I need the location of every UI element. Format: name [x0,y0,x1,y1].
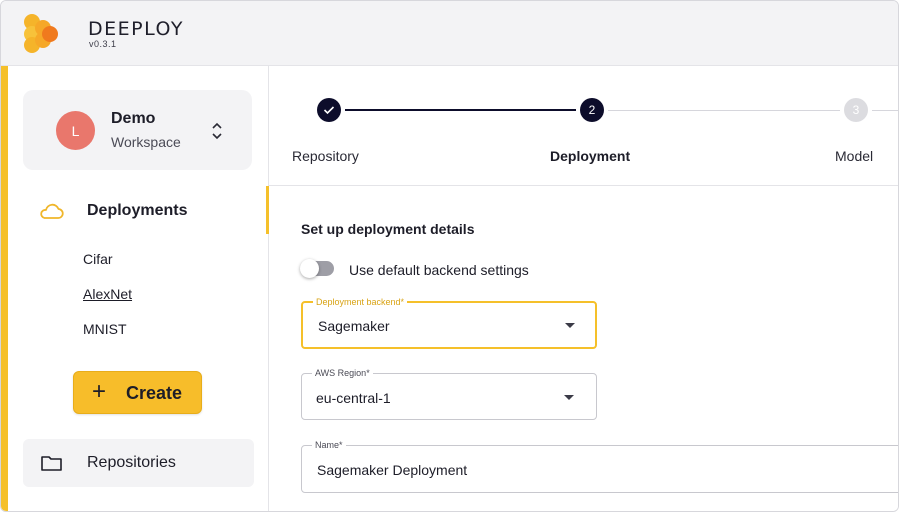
default-backend-toggle[interactable] [300,259,334,278]
stepper-connector [608,110,840,111]
sidebar-subitem-mnist[interactable]: MNIST [83,321,127,337]
deeploy-logo-icon [24,14,58,53]
step-label-model[interactable]: Model [835,148,873,164]
stepper: 2 3 Repository Deployment Model [269,66,898,186]
deployment-backend-select[interactable]: Deployment backend* Sagemaker [301,297,597,349]
create-button[interactable]: + Create [73,371,202,414]
field-value: Sagemaker [318,318,390,334]
cloud-icon [40,203,64,219]
avatar: L [56,111,95,150]
field-value: eu-central-1 [316,390,391,406]
field-value: Sagemaker Deployment [317,462,468,478]
checkmark-icon [323,106,335,115]
aws-region-select[interactable]: AWS Region* eu-central-1 [301,368,597,420]
sidebar-accent-bar [1,66,8,511]
workspace-name: Demo [111,110,156,127]
sidebar-subitem-cifar[interactable]: Cifar [83,251,113,267]
main-content: 2 3 Repository Deployment Model Set up d… [269,66,898,511]
toggle-knob [300,259,319,278]
folder-icon [41,456,62,471]
stepper-connector [872,110,898,111]
step-deployment-marker[interactable]: 2 [580,98,604,122]
caret-down-icon [564,395,574,400]
sidebar-subitem-alexnet[interactable]: AlexNet [83,286,132,302]
field-label: Deployment backend* [313,297,408,307]
sidebar-item-deployments[interactable]: Deployments [23,194,253,230]
app-header: DEEPLOY v0.3.1 [1,1,898,66]
create-button-label: Create [126,383,183,403]
default-backend-toggle-label: Use default backend settings [349,262,529,278]
field-label: AWS Region* [312,368,373,378]
plus-icon: + [92,378,107,405]
workspace-switcher[interactable]: L Demo Workspace [23,90,252,170]
step-model-marker[interactable]: 3 [844,98,868,122]
sidebar-item-label: Deployments [87,202,188,219]
step-repository-checkmark-icon[interactable] [317,98,341,122]
workspace-subtitle: Workspace [111,134,181,150]
sidebar-item-repositories[interactable]: Repositories [23,439,254,487]
step-label-deployment[interactable]: Deployment [550,148,630,164]
caret-down-icon [565,323,575,328]
app-window: DEEPLOY v0.3.1 L Demo Workspace Deployme… [0,0,899,512]
app-title: DEEPLOY [88,18,185,40]
stepper-connector [345,109,576,111]
main-accent-bar [266,186,269,234]
chevron-up-down-icon [212,122,222,140]
field-label: Name* [312,440,346,450]
app-version: v0.3.1 [89,39,117,49]
step-label-repository[interactable]: Repository [292,148,359,164]
section-title: Set up deployment details [301,221,475,237]
sidebar-item-label: Repositories [87,454,176,471]
sidebar: L Demo Workspace Deployments Cifar AlexN… [1,66,269,511]
deployment-name-input[interactable]: Name* Sagemaker Deployment [301,440,898,493]
